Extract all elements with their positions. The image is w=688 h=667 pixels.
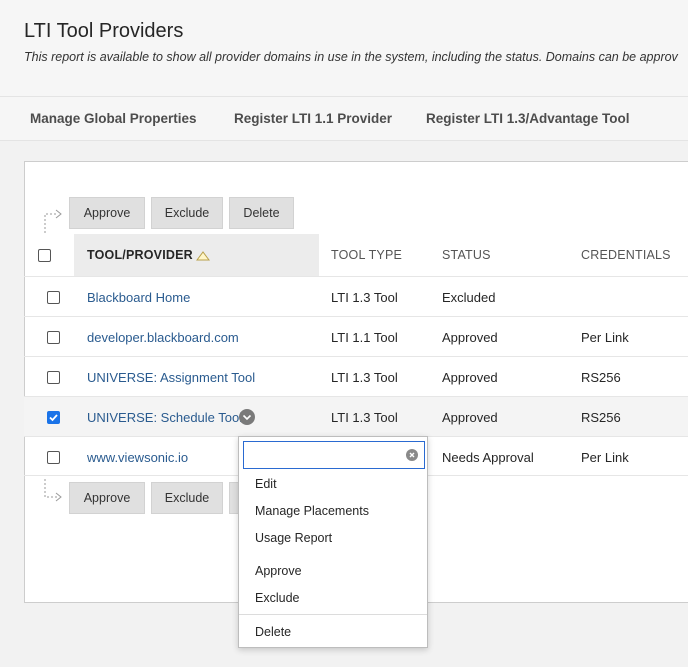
provider-name-link[interactable]: Blackboard Home	[87, 290, 190, 305]
exclude-button-top[interactable]: Exclude	[151, 197, 223, 229]
column-header-tool-provider[interactable]: TOOL/PROVIDER	[87, 248, 193, 262]
status-cell: Excluded	[442, 290, 496, 305]
menu-item-approve[interactable]: Approve	[255, 564, 302, 578]
row-checkbox[interactable]	[47, 371, 60, 384]
tool-type-cell: LTI 1.3 Tool	[331, 290, 398, 305]
provider-name-link[interactable]: UNIVERSE: Schedule Tool	[87, 410, 242, 425]
bulk-arrow-bottom-icon	[44, 479, 62, 502]
clear-search-icon[interactable]	[406, 449, 418, 461]
chevron-down-icon	[242, 414, 252, 421]
menu-item-delete[interactable]: Delete	[255, 625, 291, 639]
row-context-menu: Edit Manage Placements Usage Report Appr…	[238, 436, 428, 648]
menu-search-field[interactable]	[243, 441, 425, 469]
status-cell: Approved	[442, 330, 498, 345]
page-header	[0, 0, 688, 96]
menu-item-usage-report[interactable]: Usage Report	[255, 531, 332, 545]
provider-name-link[interactable]: UNIVERSE: Assignment Tool	[87, 370, 255, 385]
register-lti-11-provider-link[interactable]: Register LTI 1.1 Provider	[234, 111, 392, 126]
action-bar: Manage Global Properties Register LTI 1.…	[0, 96, 688, 141]
close-icon	[409, 452, 415, 458]
provider-name-link[interactable]: www.viewsonic.io	[87, 450, 188, 465]
menu-item-exclude[interactable]: Exclude	[255, 591, 299, 605]
credentials-cell: RS256	[581, 370, 621, 385]
tool-type-cell: LTI 1.3 Tool	[331, 370, 398, 385]
row-checkbox-checked[interactable]	[47, 411, 60, 424]
page-title: LTI Tool Providers	[24, 20, 184, 42]
manage-global-properties-link[interactable]: Manage Global Properties	[30, 111, 197, 126]
tool-type-cell: LTI 1.3 Tool	[331, 410, 398, 425]
row-checkbox[interactable]	[47, 291, 60, 304]
register-lti-13-tool-link[interactable]: Register LTI 1.3/Advantage Tool	[426, 111, 630, 126]
status-cell: Needs Approval	[442, 450, 534, 465]
exclude-button-bottom[interactable]: Exclude	[151, 482, 223, 514]
column-header-tool-type[interactable]: TOOL TYPE	[331, 248, 402, 262]
row-checkbox[interactable]	[47, 451, 60, 464]
credentials-cell: RS256	[581, 410, 621, 425]
sort-ascending-icon	[196, 251, 210, 261]
row-checkbox[interactable]	[47, 331, 60, 344]
status-cell: Approved	[442, 410, 498, 425]
menu-item-edit[interactable]: Edit	[255, 477, 277, 491]
delete-button-top[interactable]: Delete	[229, 197, 294, 229]
approve-button-bottom[interactable]: Approve	[69, 482, 145, 514]
approve-button-top[interactable]: Approve	[69, 197, 145, 229]
row-menu-chevron-icon[interactable]	[239, 409, 255, 425]
credentials-cell: Per Link	[581, 450, 629, 465]
provider-name-link[interactable]: developer.blackboard.com	[87, 330, 239, 345]
credentials-cell: Per Link	[581, 330, 629, 345]
column-header-status[interactable]: STATUS	[442, 248, 491, 262]
menu-search-input[interactable]	[248, 443, 398, 467]
page-description: This report is available to show all pro…	[24, 50, 678, 64]
checkmark-icon	[49, 414, 58, 422]
menu-item-manage-placements[interactable]: Manage Placements	[255, 504, 369, 518]
status-cell: Approved	[442, 370, 498, 385]
select-all-checkbox[interactable]	[38, 249, 51, 262]
menu-divider	[239, 614, 427, 615]
bulk-arrow-top-icon	[44, 209, 62, 233]
column-header-credentials[interactable]: CREDENTIALS	[581, 248, 671, 262]
tool-type-cell: LTI 1.1 Tool	[331, 330, 398, 345]
